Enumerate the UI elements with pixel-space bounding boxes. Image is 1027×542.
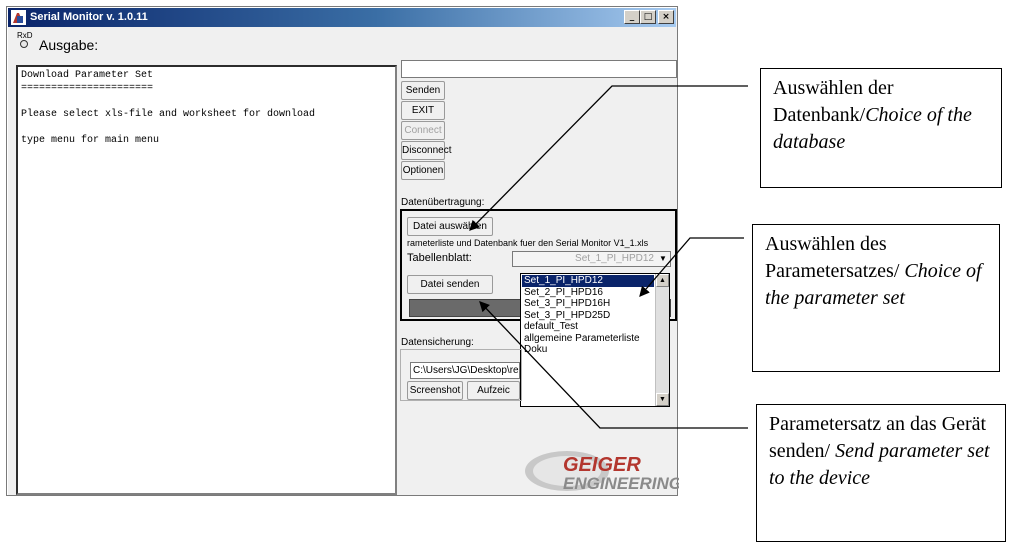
connect-button[interactable]: Connect — [401, 121, 445, 140]
maximize-button[interactable]: □ — [640, 10, 656, 24]
sheet-option[interactable]: Set_3_PI_HPD25D — [522, 310, 654, 322]
logo-line1: GEIGER — [563, 454, 641, 476]
annotation-2-plain: Auswählen des Parametersatzes/ — [765, 233, 905, 282]
minimize-button[interactable]: _ — [624, 10, 640, 24]
dropdown-scrollbar[interactable]: ▲ ▼ — [655, 274, 669, 406]
sheet-option[interactable]: Set_3_PI_HPD16H — [522, 298, 654, 310]
screenshot-button[interactable]: Screenshot — [407, 381, 463, 400]
serial-monitor-window: Serial Monitor v. 1.0.11 _ □ × RxD Ausga… — [6, 6, 679, 496]
command-input[interactable] — [401, 60, 677, 78]
rxd-label: RxD — [17, 31, 33, 40]
window-title: Serial Monitor v. 1.0.11 — [30, 11, 148, 23]
sheet-options: Set_1_PI_HPD12 Set_2_PI_HPD16 Set_3_PI_HPD… — [522, 275, 654, 356]
dropdown-arrow-icon[interactable]: ▼ — [657, 253, 669, 265]
backup-path-field[interactable]: C:\Users\JG\Desktop\rec — [410, 362, 520, 379]
app-icon — [11, 10, 26, 25]
backup-label: Datensicherung: — [401, 337, 474, 348]
output-textarea[interactable]: Download Parameter Set =================… — [16, 65, 397, 495]
annotation-send-parameter-set: Parametersatz an das Gerät senden/ Send … — [756, 404, 1006, 542]
sheet-option[interactable]: allgemeine Parameterliste — [522, 333, 654, 345]
output-label: Ausgabe: — [39, 37, 99, 53]
send-file-button[interactable]: Datei senden — [407, 275, 493, 294]
title-bar[interactable]: Serial Monitor v. 1.0.11 _ □ × — [8, 8, 676, 27]
scroll-down-icon[interactable]: ▼ — [656, 393, 669, 406]
transfer-label: Datenübertragung: — [401, 197, 485, 208]
choose-file-button[interactable]: Datei auswählen — [407, 217, 493, 236]
annotation-choose-database: Auswählen der Datenbank/Choice of the da… — [760, 68, 1002, 188]
exit-button[interactable]: EXIT — [401, 101, 445, 120]
annotation-choose-parameter-set: Auswählen des Parametersatzes/ Choice of… — [752, 224, 1000, 372]
sheet-dropdown-list[interactable]: Set_1_PI_HPD12 Set_2_PI_HPD16 Set_3_PI_HPD… — [520, 273, 670, 407]
rxd-indicator-icon — [20, 40, 28, 48]
sheet-option[interactable]: Set_1_PI_HPD12 — [522, 275, 654, 287]
geiger-engineering-logo: GEIGER ENGINEERING — [525, 451, 679, 493]
sheet-option[interactable]: Doku — [522, 344, 654, 356]
sheet-select-value: Set_1_PI_HPD12 — [575, 253, 654, 264]
selected-filename: rameterliste und Datenbank fuer den Seri… — [407, 238, 649, 248]
record-button[interactable]: Aufzeic — [467, 381, 520, 400]
senden-button[interactable]: Senden — [401, 81, 445, 100]
optionen-button[interactable]: Optionen — [401, 161, 445, 180]
disconnect-button[interactable]: Disconnect — [401, 141, 451, 160]
logo-line2: ENGINEERING — [563, 474, 679, 493]
sheet-select[interactable]: Set_1_PI_HPD12 ▼ — [512, 251, 671, 267]
sheet-option[interactable]: default_Test — [522, 321, 654, 333]
close-button[interactable]: × — [658, 10, 674, 24]
sheet-label: Tabellenblatt: — [407, 252, 472, 264]
sheet-option[interactable]: Set_2_PI_HPD16 — [522, 287, 654, 299]
scroll-up-icon[interactable]: ▲ — [656, 274, 669, 287]
